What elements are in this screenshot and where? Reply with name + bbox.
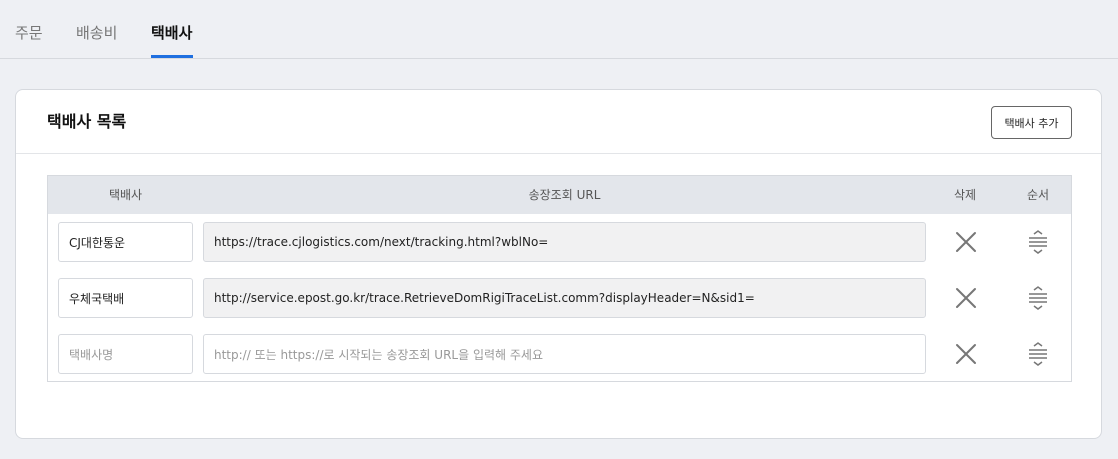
courier-name-field[interactable]: 우체국택배 — [58, 278, 193, 318]
courier-name-input[interactable]: 택배사명 — [58, 334, 193, 374]
header-courier: 택배사 — [108, 188, 143, 202]
add-courier-button[interactable]: 택배사 추가 — [991, 106, 1072, 139]
drag-handle-icon[interactable] — [1023, 227, 1053, 257]
table-row: CJ대한통운 https://trace.cjlogistics.com/nex… — [48, 214, 1071, 270]
tab-couriers[interactable]: 택배사 — [151, 23, 192, 43]
header-tracking-url: 송장조회 URL — [528, 188, 601, 202]
table-row: 우체국택배 http://service.epost.go.kr/trace.R… — [48, 270, 1071, 326]
courier-name-field[interactable]: CJ대한통운 — [58, 222, 193, 262]
tracking-url-field[interactable]: http://service.epost.go.kr/trace.Retriev… — [203, 278, 926, 318]
tracking-url-input[interactable]: http:// 또는 https://로 시작되는 송장조회 URL을 입력해 … — [203, 334, 926, 374]
close-icon[interactable] — [951, 227, 981, 257]
active-tab-indicator — [151, 55, 193, 58]
table-row-new: 택배사명 http:// 또는 https://로 시작되는 송장조회 URL을… — [48, 326, 1071, 382]
card-title: 택배사 목록 — [47, 112, 127, 131]
courier-list-card: 택배사 목록 택배사 추가 택배사 송장조회 URL 삭제 순서 CJ대한통운 … — [15, 89, 1102, 439]
drag-handle-icon[interactable] — [1023, 339, 1053, 369]
close-icon[interactable] — [951, 283, 981, 313]
tab-orders[interactable]: 주문 — [15, 23, 43, 43]
tab-shipping-fee[interactable]: 배송비 — [76, 23, 117, 43]
drag-handle-icon[interactable] — [1023, 283, 1053, 313]
tracking-url-field[interactable]: https://trace.cjlogistics.com/next/track… — [203, 222, 926, 262]
close-icon[interactable] — [951, 339, 981, 369]
courier-table: 택배사 송장조회 URL 삭제 순서 CJ대한통운 https://trace.… — [47, 175, 1072, 382]
header-order: 순서 — [1026, 188, 1050, 202]
card-header: 택배사 목록 택배사 추가 — [16, 90, 1101, 154]
header-delete: 삭제 — [953, 188, 977, 202]
table-header: 택배사 송장조회 URL 삭제 순서 — [48, 176, 1071, 214]
tab-bar: 주문 배송비 택배사 — [0, 0, 1118, 59]
